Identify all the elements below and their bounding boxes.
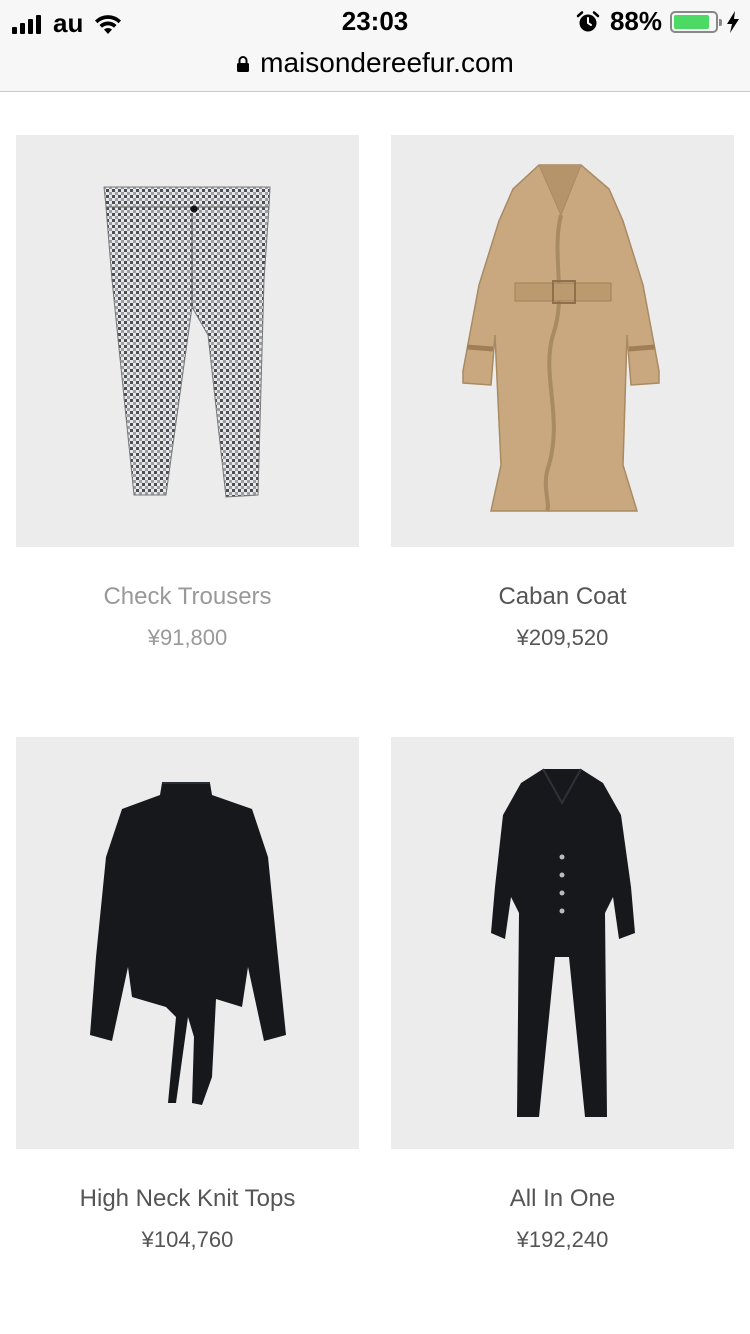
product-price: ¥209,520 <box>516 625 609 650</box>
battery-percent: 88% <box>609 6 662 36</box>
product-card[interactable]: Caban Coat ¥209,520 <box>391 135 734 651</box>
address-bar[interactable]: maisondereefur.com <box>0 40 750 92</box>
status-bar: au 23:03 88% <box>0 0 750 40</box>
product-name[interactable]: Caban Coat <box>391 583 734 611</box>
product-image[interactable] <box>16 135 359 547</box>
product-price: ¥91,800 <box>147 625 228 650</box>
product-image[interactable] <box>391 135 734 547</box>
all-in-one-image <box>491 768 635 1117</box>
high-neck-knit-image <box>90 782 286 1105</box>
check-trousers-image <box>103 186 271 498</box>
status-right: 88% <box>576 6 740 37</box>
battery-icon <box>670 10 722 33</box>
product-card[interactable]: All In One ¥192,240 <box>391 737 734 1253</box>
url-text: maisondereefur.com <box>260 46 514 78</box>
charging-bolt-icon <box>727 10 739 33</box>
product-image[interactable] <box>16 737 359 1149</box>
product-name[interactable]: All In One <box>391 1185 734 1213</box>
product-name[interactable]: High Neck Knit Tops <box>16 1185 359 1213</box>
product-image[interactable] <box>391 737 734 1149</box>
product-card[interactable]: High Neck Knit Tops ¥104,760 <box>16 737 359 1253</box>
alarm-icon <box>576 10 600 31</box>
lock-icon <box>237 55 250 72</box>
caban-coat-image <box>462 164 660 513</box>
product-card[interactable]: Check Trousers ¥91,800 <box>16 135 359 651</box>
product-price: ¥192,240 <box>516 1227 609 1252</box>
product-name[interactable]: Check Trousers <box>16 583 359 611</box>
battery-level-fill <box>674 14 710 29</box>
product-price: ¥104,760 <box>141 1227 234 1252</box>
